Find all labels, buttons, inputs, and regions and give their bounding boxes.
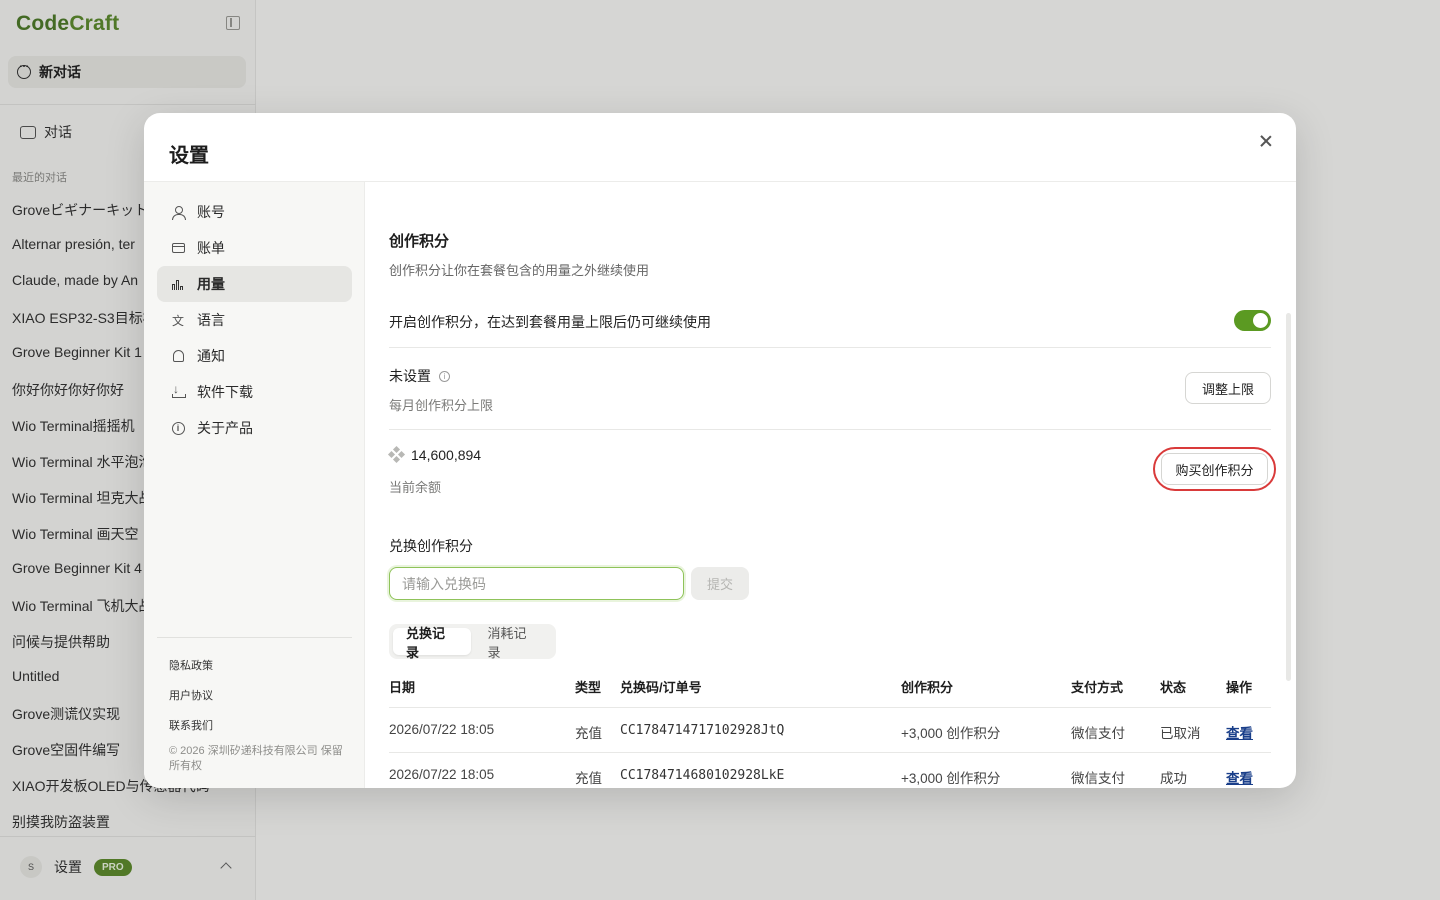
row-payment: 微信支付 bbox=[1071, 771, 1125, 786]
translate-icon: 文 bbox=[171, 313, 184, 328]
nav-footer-divider bbox=[157, 637, 352, 638]
credits-section-title: 创作积分 bbox=[389, 233, 450, 250]
column-header-type: 类型 bbox=[575, 680, 602, 695]
nav-item-label: 账单 bbox=[197, 240, 225, 256]
table-row-divider bbox=[389, 752, 1271, 753]
credits-toggle-label: 开启创作积分，在达到套餐用量上限后仍可继续使用 bbox=[389, 314, 711, 330]
settings-modal: 设置 账号 账单 用量 文 语言 通知 软件下载 i 关于产品 bbox=[144, 113, 1296, 788]
balance-value: 14,600,894 bbox=[411, 447, 482, 463]
user-agreement-link[interactable]: 用户协议 bbox=[169, 687, 213, 703]
balance-label: 当前余额 bbox=[389, 480, 442, 495]
column-header-status: 状态 bbox=[1160, 680, 1187, 695]
credits-toggle[interactable] bbox=[1234, 310, 1271, 331]
row-date: 2026/07/22 18:05 bbox=[389, 767, 495, 782]
close-icon[interactable] bbox=[1258, 133, 1274, 149]
records-tabs: 兑换记录 消耗记录 bbox=[389, 624, 556, 660]
contact-us-link[interactable]: 联系我们 bbox=[169, 717, 213, 733]
limit-status: 未设置 i bbox=[389, 366, 450, 386]
user-icon bbox=[172, 205, 186, 220]
limit-subtitle: 每月创作积分上限 bbox=[389, 398, 494, 413]
column-header-code: 兑换码/订单号 bbox=[620, 680, 702, 695]
redeem-code-input[interactable] bbox=[389, 567, 684, 600]
nav-item-downloads[interactable]: 软件下载 bbox=[157, 374, 352, 410]
nav-item-label: 账号 bbox=[197, 204, 225, 220]
row-type: 充值 bbox=[575, 771, 602, 786]
row-credits: +3,000 创作积分 bbox=[901, 726, 1001, 741]
content-scrollbar[interactable] bbox=[1286, 313, 1291, 681]
column-header-date: 日期 bbox=[389, 680, 416, 695]
credit-card-icon bbox=[171, 243, 185, 253]
nav-item-billing[interactable]: 账单 bbox=[157, 230, 352, 266]
redeem-title: 兑换创作积分 bbox=[389, 538, 473, 554]
row-status: 已取消 bbox=[1160, 726, 1201, 741]
info-icon: i bbox=[171, 421, 185, 435]
column-header-credits: 创作积分 bbox=[901, 680, 954, 695]
modal-title: 设置 bbox=[169, 145, 209, 167]
row-type: 充值 bbox=[575, 726, 602, 741]
settings-nav: 账号 账单 用量 文 语言 通知 软件下载 i 关于产品 隐私政策 用户协议 联… bbox=[144, 182, 365, 788]
row-credits: +3,000 创作积分 bbox=[901, 771, 1001, 786]
nav-item-label: 用量 bbox=[197, 276, 225, 292]
highlight-ring bbox=[1153, 447, 1276, 491]
credits-icon bbox=[387, 445, 406, 464]
table-header-divider bbox=[389, 707, 1271, 708]
row-payment: 微信支付 bbox=[1071, 726, 1125, 741]
tab-usage-records[interactable]: 消耗记录 bbox=[475, 626, 553, 660]
nav-item-label: 通知 bbox=[197, 348, 225, 364]
tab-redeem-records[interactable]: 兑换记录 bbox=[393, 626, 471, 660]
nav-item-about[interactable]: i 关于产品 bbox=[157, 410, 352, 446]
limit-status-text: 未设置 bbox=[389, 368, 431, 384]
nav-item-label: 语言 bbox=[197, 312, 225, 328]
nav-item-usage[interactable]: 用量 bbox=[157, 266, 352, 302]
usage-content: 创作积分 创作积分让你在套餐包含的用量之外继续使用 开启创作积分，在达到套餐用量… bbox=[365, 182, 1296, 788]
row-order-code: CC1784714680102928LkE bbox=[620, 768, 785, 783]
row-order-code: CC1784714717102928JtQ bbox=[620, 723, 785, 738]
section-divider bbox=[389, 429, 1271, 430]
section-divider bbox=[389, 347, 1271, 348]
submit-button[interactable]: 提交 bbox=[691, 567, 749, 600]
info-icon[interactable]: i bbox=[439, 370, 450, 382]
copyright-text: © 2026 深圳矽递科技有限公司 保留所有权 bbox=[169, 745, 343, 772]
view-link[interactable]: 查看 bbox=[1226, 767, 1253, 787]
credits-description: 创作积分让你在套餐包含的用量之外继续使用 bbox=[389, 263, 650, 278]
row-date: 2026/07/22 18:05 bbox=[389, 722, 495, 737]
nav-item-label: 软件下载 bbox=[197, 384, 253, 400]
nav-item-account[interactable]: 账号 bbox=[157, 194, 352, 230]
adjust-limit-button[interactable]: 调整上限 bbox=[1185, 372, 1271, 404]
credits-balance: 14,600,894 bbox=[387, 445, 482, 464]
nav-item-notifications[interactable]: 通知 bbox=[157, 338, 352, 374]
column-header-action: 操作 bbox=[1226, 680, 1253, 695]
privacy-policy-link[interactable]: 隐私政策 bbox=[169, 657, 213, 673]
nav-item-language[interactable]: 文 语言 bbox=[157, 302, 352, 338]
bell-icon bbox=[172, 350, 184, 362]
download-icon bbox=[172, 382, 186, 398]
bar-chart-icon bbox=[171, 279, 185, 290]
row-status: 成功 bbox=[1160, 771, 1187, 786]
nav-item-label: 关于产品 bbox=[197, 420, 253, 436]
view-link[interactable]: 查看 bbox=[1226, 722, 1253, 742]
column-header-payment: 支付方式 bbox=[1071, 680, 1124, 695]
